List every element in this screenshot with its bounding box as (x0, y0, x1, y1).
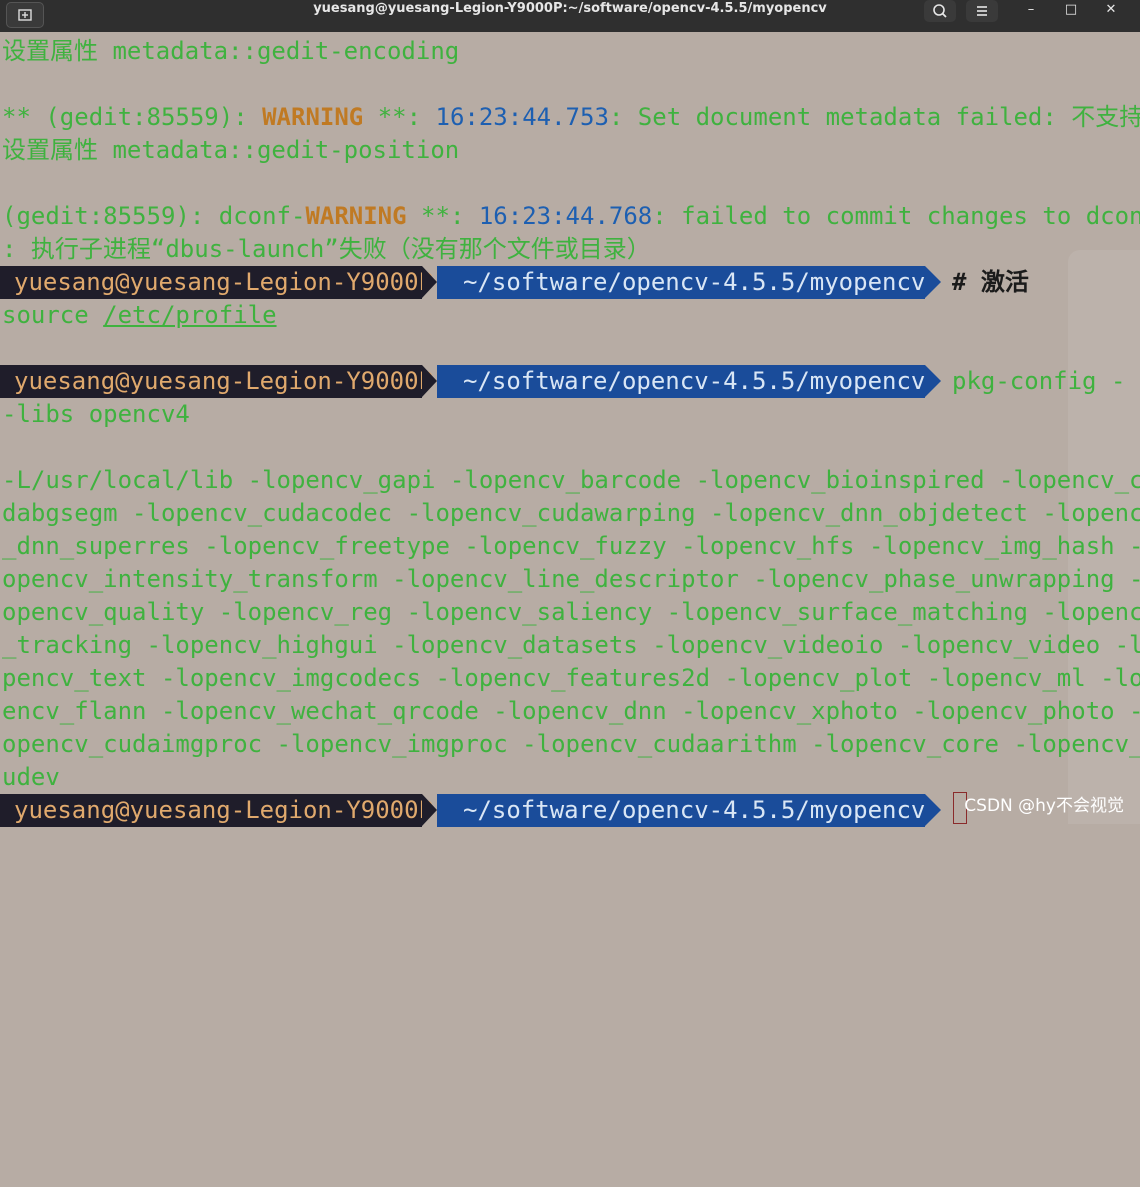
prompt-directory: ~/software/opencv-4.5.5/myopencv (437, 266, 925, 299)
terminal-line: 设置属性 metadata::gedit-position (2, 136, 460, 164)
menu-icon (977, 6, 987, 16)
profile-path-link[interactable]: /etc/profile (103, 301, 276, 329)
command-line: source /etc/profile (2, 299, 277, 332)
close-button[interactable]: ✕ (1099, 0, 1123, 18)
prompt-separator (925, 365, 941, 397)
minimize-button[interactable]: – (1019, 0, 1043, 18)
search-icon (933, 4, 947, 18)
output-line: encv_flann -lopencv_wechat_qrcode -lopen… (2, 697, 1140, 725)
command-source: source (2, 301, 89, 329)
shell-prompt: yuesang@yuesang-Legion-Y9000P ~/software… (0, 365, 945, 398)
shell-prompt: yuesang@yuesang-Legion-Y9000P ~/software… (0, 794, 945, 827)
maximize-button[interactable]: □ (1059, 0, 1083, 18)
prompt-user: yuesang@yuesang-Legion-Y9000P (0, 266, 433, 299)
output-line: opencv_cudaimgproc -lopencv_imgproc -lop… (2, 730, 1140, 758)
prompt-separator (422, 794, 437, 826)
minimize-icon: – (1027, 1, 1035, 17)
watermark: CSDN @hy不会视觉 (964, 796, 1124, 816)
title-bar: yuesang@yuesang-Legion-Y9000P:~/software… (0, 0, 1140, 32)
prompt-user: yuesang@yuesang-Legion-Y9000P (0, 794, 433, 827)
command-text: -libs opencv4 (2, 400, 190, 428)
command-comment: # 激活 (952, 268, 1029, 296)
search-button[interactable] (924, 0, 956, 22)
command-text: pkg-config - (952, 367, 1126, 395)
output-line: -L/usr/local/lib -lopencv_gapi -lopencv_… (2, 466, 1140, 494)
prompt-user: yuesang@yuesang-Legion-Y9000P (0, 365, 433, 398)
output-line: udev (2, 763, 60, 791)
maximize-icon: □ (1064, 1, 1078, 17)
prompt-separator (422, 365, 437, 397)
output-line: _dnn_superres -lopencv_freetype -lopencv… (2, 532, 1140, 560)
prompt-separator (925, 794, 941, 826)
shell-prompt: yuesang@yuesang-Legion-Y9000P ~/software… (0, 266, 945, 299)
prompt-separator (422, 266, 437, 298)
output-line: opencv_quality -lopencv_reg -lopencv_sal… (2, 598, 1140, 626)
close-icon: ✕ (1105, 1, 1117, 17)
terminal-line: 设置属性 metadata::gedit-encoding (2, 37, 460, 65)
menu-button[interactable] (966, 0, 998, 22)
terminal-output[interactable]: 设置属性 metadata::gedit-encoding ** (gedit:… (0, 32, 1140, 827)
terminal-warning-line: (gedit:85559): dconf-WARNING **: 16:23:4… (2, 202, 1140, 230)
output-line: _tracking -lopencv_highgui -lopencv_data… (2, 631, 1140, 659)
terminal-warning-line: ** (gedit:85559): WARNING **: 16:23:44.7… (2, 103, 1140, 131)
prompt-directory: ~/software/opencv-4.5.5/myopencv (437, 365, 925, 398)
prompt-directory: ~/software/opencv-4.5.5/myopencv (437, 794, 925, 827)
output-line: opencv_intensity_transform -lopencv_line… (2, 565, 1140, 593)
output-line: pencv_text -lopencv_imgcodecs -lopencv_f… (2, 664, 1140, 692)
terminal-line: : 执行子进程“dbus-launch”失败（没有那个文件或目录） (2, 235, 651, 263)
prompt-separator (925, 266, 941, 298)
output-line: dabgsegm -lopencv_cudacodec -lopencv_cud… (2, 499, 1140, 527)
